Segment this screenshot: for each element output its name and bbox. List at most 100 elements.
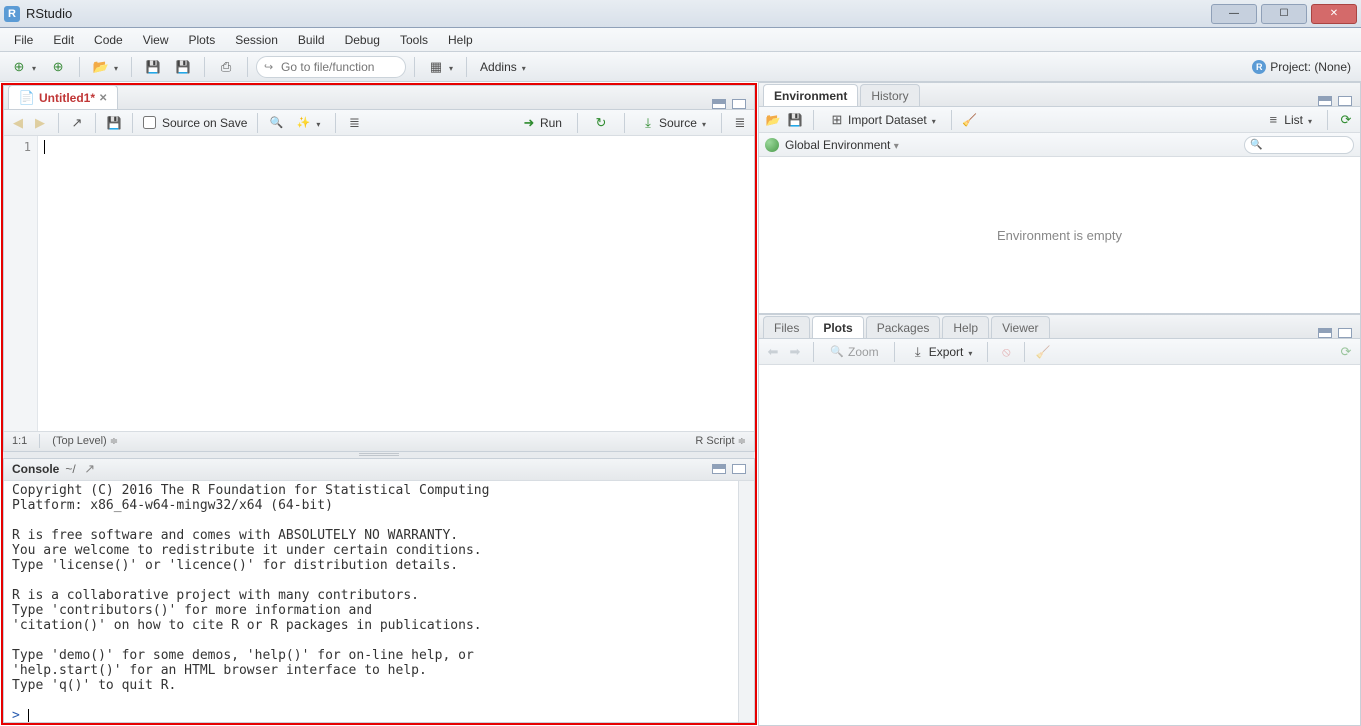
open-file-button[interactable] [88, 56, 123, 78]
load-workspace-icon[interactable] [765, 112, 781, 128]
env-search[interactable]: 🔍 [1244, 136, 1354, 154]
line-number-1: 1 [10, 140, 31, 154]
menu-build[interactable]: Build [288, 30, 335, 50]
menu-edit[interactable]: Edit [43, 30, 84, 50]
file-type-selector[interactable]: R Script ≑ [695, 435, 746, 447]
workspace-panes-button[interactable] [423, 56, 458, 78]
go-to-file-field[interactable]: ↪ [256, 56, 406, 78]
tab-help[interactable]: Help [942, 316, 989, 338]
plot-prev-icon[interactable] [765, 344, 781, 360]
tab-files[interactable]: Files [763, 316, 810, 338]
env-scope-bar: Global Environment ▾ 🔍 [759, 133, 1360, 157]
save-source-icon[interactable] [106, 115, 122, 131]
new-file-button[interactable] [6, 56, 41, 78]
addins-label: Addins [480, 60, 517, 74]
new-file-icon [11, 59, 27, 75]
console-text: Copyright (C) 2016 The R Foundation for … [12, 483, 489, 693]
r-file-icon: 📄 [19, 90, 35, 106]
remove-plot-icon[interactable] [998, 344, 1014, 360]
import-dataset-button[interactable]: Import Dataset [824, 109, 941, 131]
editor-code-area[interactable] [38, 136, 754, 431]
list-icon [1265, 112, 1281, 128]
search-icon: 🔍 [1250, 139, 1262, 150]
view-mode-button[interactable]: List [1260, 109, 1317, 131]
source-on-save-checkbox[interactable] [143, 116, 156, 129]
menu-file[interactable]: File [4, 30, 43, 50]
import-icon [829, 112, 845, 128]
run-button[interactable]: Run [516, 112, 567, 134]
refresh-env-icon[interactable] [1338, 112, 1354, 128]
window-minimize-button[interactable]: — [1211, 4, 1257, 24]
menu-code[interactable]: Code [84, 30, 133, 50]
maximize-pane-icon[interactable] [732, 99, 746, 109]
popout-icon[interactable] [69, 115, 85, 131]
tab-plots[interactable]: Plots [812, 316, 863, 338]
nav-back-icon[interactable] [10, 115, 26, 131]
addins-button[interactable]: Addins [475, 56, 531, 78]
tab-viewer[interactable]: Viewer [991, 316, 1049, 338]
new-project-button[interactable] [45, 56, 71, 78]
source-editor[interactable]: 1 [4, 136, 754, 431]
console-maximize-icon[interactable] [732, 464, 746, 474]
rerun-button[interactable] [588, 112, 614, 134]
find-icon[interactable] [268, 115, 284, 131]
env-maximize-icon[interactable] [1338, 96, 1352, 106]
lr-minimize-icon[interactable] [1318, 328, 1332, 338]
source-button[interactable]: Source [635, 112, 711, 134]
plus-icon [50, 59, 66, 75]
code-tools-button[interactable] [290, 112, 325, 134]
zoom-button[interactable]: Zoom [824, 341, 884, 363]
menu-view[interactable]: View [133, 30, 179, 50]
env-tabs: Environment History [759, 83, 1360, 107]
folder-open-icon [93, 59, 109, 75]
window-title: RStudio [26, 6, 72, 21]
menu-debug[interactable]: Debug [335, 30, 390, 50]
left-column-highlight: 📄 Untitled1* ✕ Source on Sa [1, 83, 757, 725]
menu-help[interactable]: Help [438, 30, 483, 50]
window-close-button[interactable]: ✕ [1311, 4, 1357, 24]
plot-next-icon[interactable] [787, 344, 803, 360]
editor-gutter: 1 [4, 136, 38, 431]
editor-cursor [44, 140, 45, 154]
compile-report-icon[interactable] [346, 115, 362, 131]
nav-forward-icon[interactable] [32, 115, 48, 131]
menu-session[interactable]: Session [225, 30, 288, 50]
console-output[interactable]: Copyright (C) 2016 The R Foundation for … [4, 481, 754, 722]
scope-selector[interactable]: (Top Level) ≑ [52, 435, 118, 447]
menu-plots[interactable]: Plots [179, 30, 226, 50]
save-all-button[interactable] [170, 56, 196, 78]
go-to-file-input[interactable] [256, 56, 406, 78]
refresh-plots-icon[interactable] [1338, 344, 1354, 360]
scope-label: (Top Level) [52, 435, 106, 447]
rerun-icon [593, 115, 609, 131]
tab-history[interactable]: History [860, 84, 919, 106]
clear-workspace-icon[interactable] [962, 112, 978, 128]
source-tab-untitled1[interactable]: 📄 Untitled1* ✕ [8, 85, 118, 109]
env-minimize-icon[interactable] [1318, 96, 1332, 106]
export-label: Export [929, 345, 964, 359]
export-icon [910, 344, 926, 360]
export-button[interactable]: Export [905, 341, 978, 363]
tab-packages[interactable]: Packages [866, 316, 941, 338]
menu-tools[interactable]: Tools [390, 30, 438, 50]
document-outline-icon[interactable] [732, 115, 748, 131]
env-empty-text: Environment is empty [997, 228, 1122, 243]
cursor-position: 1:1 [12, 435, 27, 447]
lr-maximize-icon[interactable] [1338, 328, 1352, 338]
print-button[interactable] [213, 56, 239, 78]
right-column: Environment History Import Dataset List [758, 82, 1361, 726]
close-tab-icon[interactable]: ✕ [99, 93, 107, 104]
console-minimize-icon[interactable] [712, 464, 726, 474]
save-button[interactable] [140, 56, 166, 78]
console-scrollbar[interactable] [738, 481, 754, 722]
env-scope-selector[interactable]: Global Environment ▾ [785, 138, 899, 152]
minimize-pane-icon[interactable] [712, 99, 726, 109]
console-path-popout-icon[interactable]: ↗ [82, 461, 98, 477]
project-label[interactable]: Project: (None) [1270, 60, 1351, 74]
tab-environment[interactable]: Environment [763, 84, 858, 106]
menubar: File Edit Code View Plots Session Build … [0, 28, 1361, 52]
window-maximize-button[interactable]: ☐ [1261, 4, 1307, 24]
source-toolbar: Source on Save Run Source [4, 110, 754, 136]
clear-plots-icon[interactable] [1035, 344, 1051, 360]
save-workspace-icon[interactable] [787, 112, 803, 128]
